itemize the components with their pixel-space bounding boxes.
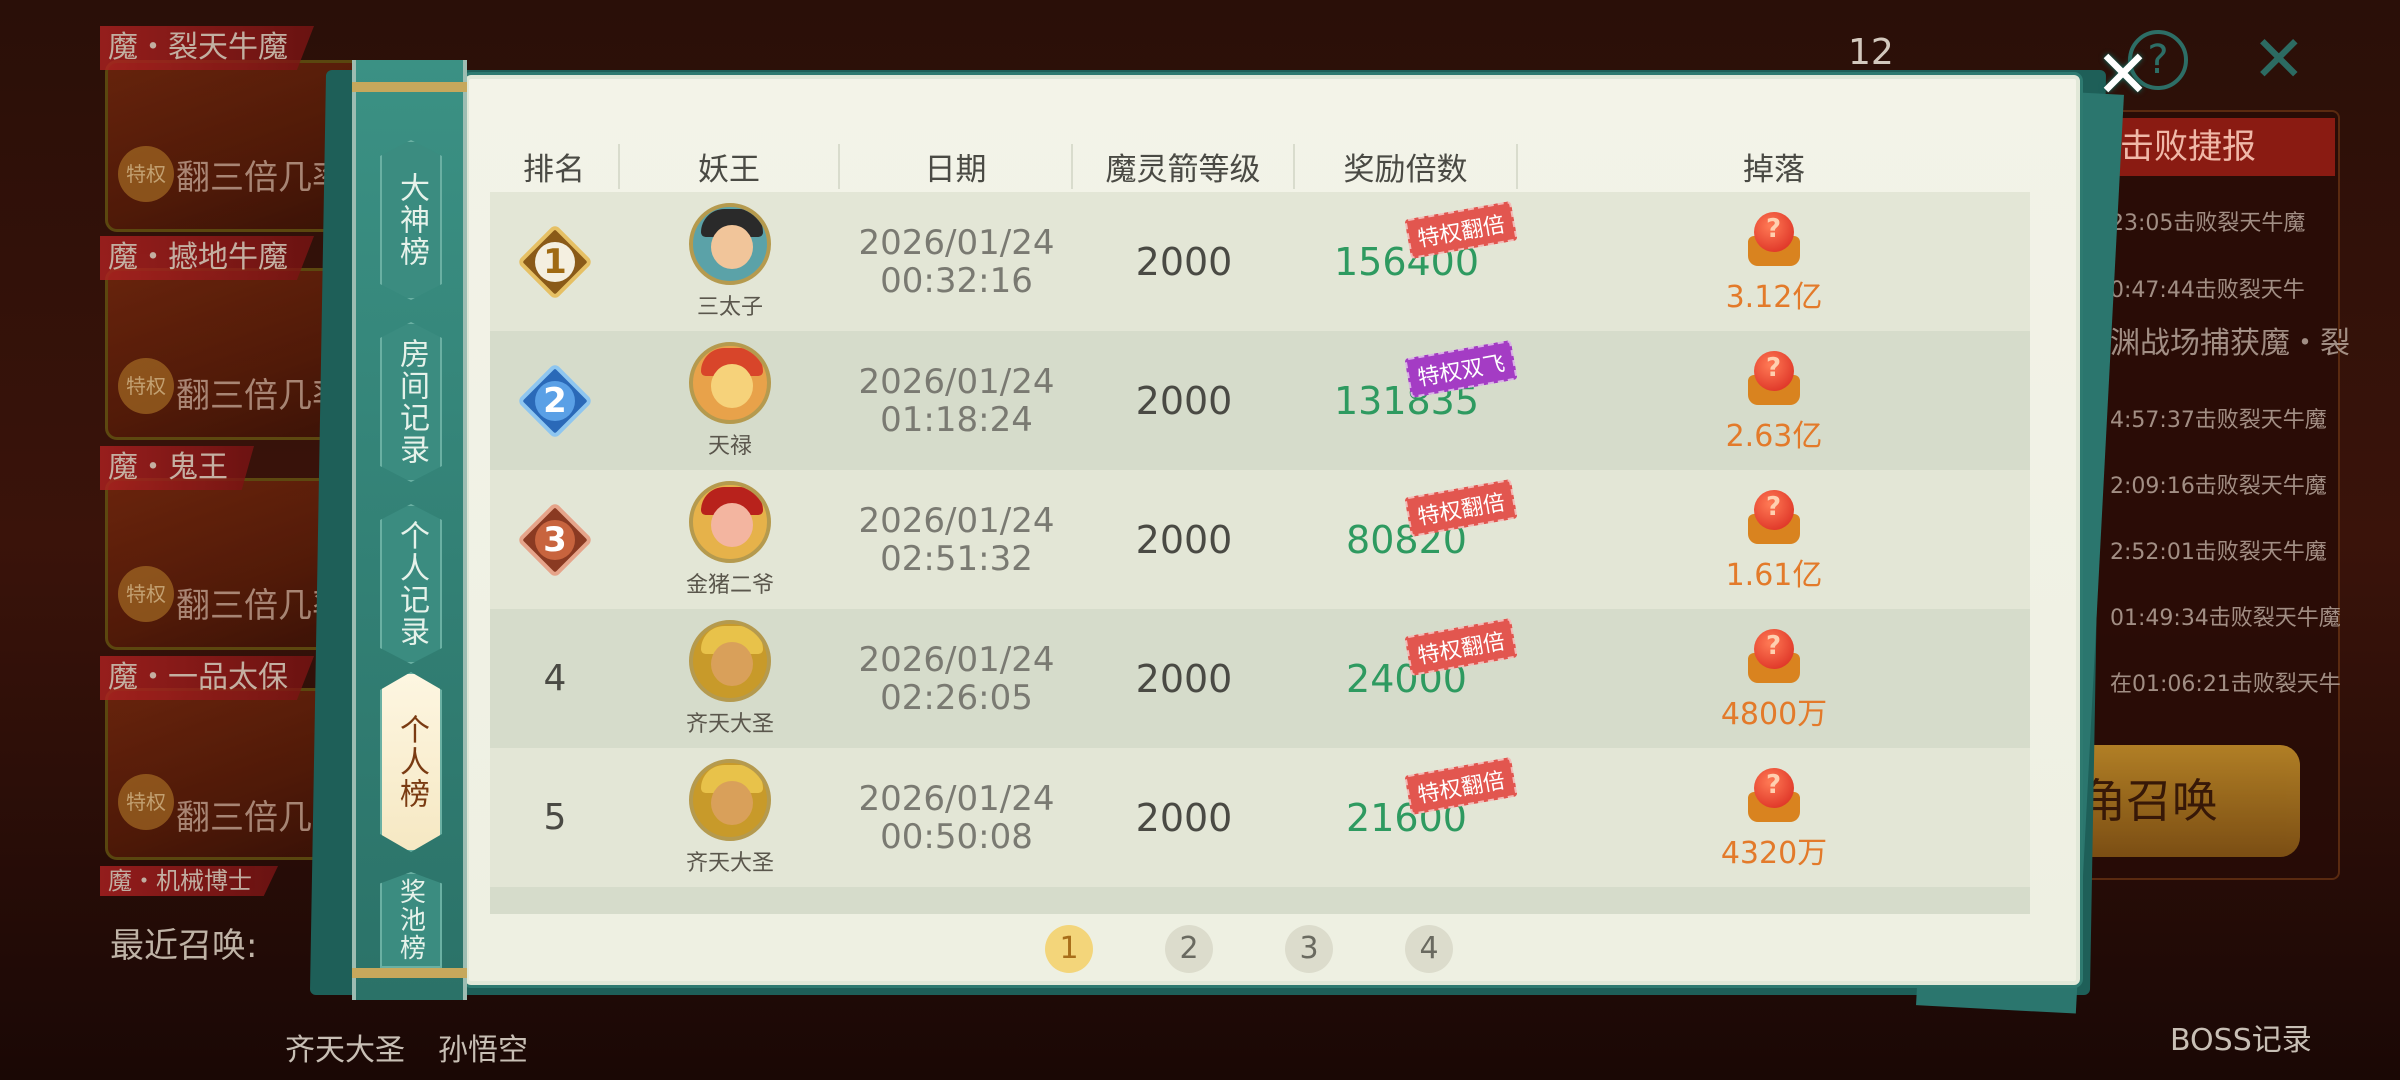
drop-amount: 2.63亿 (1725, 418, 1823, 454)
demon-king-name: 齐天大圣 (685, 850, 774, 876)
top-counter: 12 (1848, 32, 1894, 73)
arrow-level: 2000 (1135, 656, 1233, 701)
recent-hero: 齐天大圣 (285, 1033, 405, 1068)
tab-label: 奖池榜 (395, 878, 426, 962)
treasure-icon (1740, 208, 1808, 270)
col-drop: 掉落 (1743, 151, 1805, 188)
col-rank: 排名 (490, 143, 620, 189)
record-time: 00:50:08 (880, 816, 1033, 857)
rank-number: 5 (543, 797, 567, 838)
table-row (490, 887, 2030, 914)
drop-amount: 4800万 (1720, 696, 1828, 732)
boss-card-title: 魔・鬼王 (100, 446, 254, 490)
col-arrow-level: 魔灵箭等级 (1073, 143, 1295, 189)
tab-sidebar-trim (352, 968, 467, 978)
table-row: 1 三太子 2026/01/24 00:32:16 2000 156400 特权… (490, 192, 2030, 331)
ranking-table[interactable]: 1 三太子 2026/01/24 00:32:16 2000 156400 特权… (490, 192, 2030, 914)
recent-summon-label: 最近召唤: (110, 926, 258, 966)
kill-news-line: 2:52:01击败裂天牛魔 (2110, 540, 2327, 565)
kill-news-line: 0:47:44击败裂天牛 (2110, 278, 2305, 303)
kill-news-line: 在01:06:21击败裂天牛 (2110, 672, 2341, 697)
demon-king-name: 天禄 (707, 433, 752, 459)
recent-hero: 孙悟空 (438, 1033, 528, 1068)
col-demon-king: 妖王 (620, 143, 840, 189)
rank-badge-blue: 2 (516, 362, 594, 439)
record-date: 2026/01/24 (858, 361, 1055, 402)
record-date: 2026/01/24 (858, 639, 1055, 680)
table-row: 5 齐天大圣 2026/01/24 00:50:08 2000 21600 特权… (490, 748, 2030, 887)
privilege-badge: 特权 (118, 358, 174, 414)
treasure-icon (1740, 347, 1808, 409)
kill-news-title: 击败捷报 (2090, 118, 2335, 176)
table-row: 3 金猪二爷 2026/01/24 02:51:32 2000 80820 特权… (490, 470, 2030, 609)
treasure-icon (1740, 764, 1808, 826)
demon-king-avatar (689, 758, 771, 841)
boss-card-title: 魔・裂天牛魔 (100, 26, 314, 70)
record-time: 01:18:24 (880, 399, 1033, 440)
demon-king-avatar (689, 341, 771, 424)
page-button[interactable]: 4 (1405, 925, 1453, 973)
arrow-level: 2000 (1135, 517, 1233, 562)
tab-personal-ranking[interactable]: 个人榜 (380, 672, 442, 852)
rank-badge-bronze: 3 (516, 501, 594, 578)
record-time: 02:26:05 (880, 677, 1033, 718)
arrow-level: 2000 (1135, 378, 1233, 423)
demon-king-name: 金猪二爷 (685, 572, 774, 598)
tab-label: 大神榜 (394, 172, 429, 268)
boss-card-sub: 翻三倍几率 (176, 158, 346, 198)
privilege-badge: 特权 (118, 566, 174, 622)
table-row: 4 齐天大圣 2026/01/24 02:26:05 2000 24000 特权… (490, 609, 2030, 748)
tab-label: 个人记录 (394, 520, 429, 648)
kill-news-line: 2:09:16击败裂天牛魔 (2110, 474, 2327, 499)
record-date: 2026/01/24 (858, 222, 1055, 263)
treasure-icon (1740, 486, 1808, 548)
record-date: 2026/01/24 (858, 778, 1055, 819)
treasure-icon (1740, 625, 1808, 687)
kill-news-line: 01:49:34击败裂天牛魔 (2110, 606, 2341, 631)
tab-god-ranking[interactable]: 大神榜 (380, 140, 442, 300)
page-button[interactable]: 3 (1285, 925, 1333, 973)
close-icon: ✕ (2095, 36, 2151, 113)
close-icon: ✕ (2252, 23, 2306, 97)
kill-news-line: 4:57:37击败裂天牛魔 (2110, 408, 2327, 433)
kill-news-line: 渊战场捕获魔・裂 (2110, 326, 2350, 361)
tab-sidebar-trim (352, 82, 467, 92)
close-button[interactable]: ✕ (2088, 40, 2158, 110)
boss-record-button: BOSS记录 (2170, 1023, 2312, 1058)
tab-label: 房间记录 (394, 338, 429, 466)
col-multiplier: 奖励倍数 (1295, 143, 1518, 189)
tab-room-records[interactable]: 房间记录 (380, 322, 442, 482)
table-row: 2 天禄 2026/01/24 01:18:24 2000 131835 特权双… (490, 331, 2030, 470)
demon-king-name: 三太子 (696, 294, 763, 320)
kill-news-line: 23:05击败裂天牛魔 (2110, 211, 2306, 236)
boss-card-title: 魔・机械博士 (100, 866, 278, 896)
col-date: 日期 (840, 143, 1073, 189)
demon-king-name: 齐天大圣 (685, 711, 774, 737)
rank-badge-gold: 1 (516, 223, 594, 300)
rank-number: 4 (543, 658, 567, 699)
drop-amount: 3.12亿 (1725, 279, 1823, 315)
privilege-badge: 特权 (118, 146, 174, 202)
record-time: 02:51:32 (880, 538, 1033, 579)
demon-king-avatar (689, 480, 771, 563)
table-header: 排名 妖王 日期 魔灵箭等级 奖励倍数 掉落 (490, 140, 2030, 192)
page-button[interactable]: 1 (1045, 925, 1093, 973)
summon-button: 角召唤 (2060, 745, 2300, 857)
boss-card-title: 魔・撼地牛魔 (100, 236, 314, 280)
demon-king-avatar (689, 619, 771, 702)
tab-personal-records[interactable]: 个人记录 (380, 504, 442, 664)
demon-king-avatar (689, 202, 771, 285)
arrow-level: 2000 (1135, 239, 1233, 284)
arrow-level: 2000 (1135, 795, 1233, 840)
drop-amount: 1.61亿 (1725, 557, 1823, 593)
record-time: 00:32:16 (880, 260, 1033, 301)
privilege-badge: 特权 (118, 774, 174, 830)
boss-card-title: 魔・一品太保 (100, 656, 314, 700)
record-date: 2026/01/24 (858, 500, 1055, 541)
tab-label: 个人榜 (394, 714, 429, 810)
pagination: 1 2 3 4 (1045, 925, 1453, 973)
page-button[interactable]: 2 (1165, 925, 1213, 973)
drop-amount: 4320万 (1720, 835, 1828, 871)
tab-pool-ranking[interactable]: 奖池榜 (380, 872, 442, 968)
